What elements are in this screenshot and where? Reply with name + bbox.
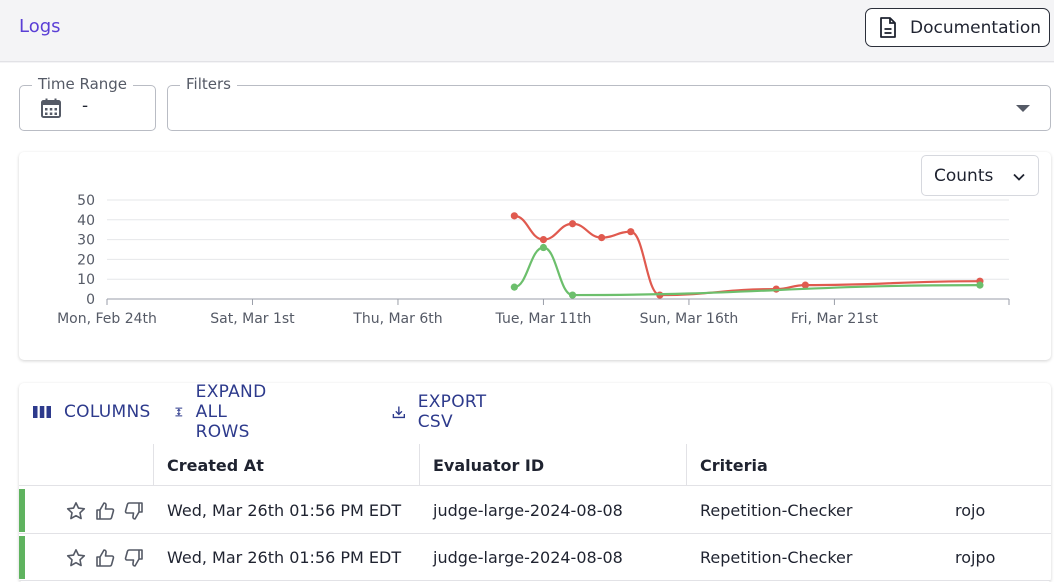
x-tick-label: Mon, Feb 24th <box>57 311 157 327</box>
data-point <box>627 228 635 236</box>
y-tick-label: 20 <box>77 252 95 268</box>
data-point <box>539 243 548 252</box>
time-range-picker[interactable]: Time Range - <box>19 75 156 131</box>
column-header-criteria[interactable]: Criteria <box>686 444 1051 486</box>
top-header: Logs Documentation <box>0 0 1054 62</box>
download-icon <box>392 406 406 419</box>
cell-extra: rojo <box>955 501 986 520</box>
expand-all-rows-label: EXPAND ALL ROWS <box>195 383 267 442</box>
data-point <box>510 283 518 291</box>
columns-button-label: COLUMNS <box>64 402 151 422</box>
metric-select-value: Counts <box>934 165 994 186</box>
data-point <box>801 281 809 289</box>
row-actions <box>66 548 144 568</box>
star-icon[interactable] <box>66 501 86 521</box>
time-range-label: Time Range <box>32 75 134 93</box>
cell-created-at: Wed, Mar 26th 01:56 PM EDT <box>167 501 402 520</box>
cell-created-at: Wed, Mar 26th 01:56 PM EDT <box>167 548 402 567</box>
caret-down-icon[interactable] <box>1016 105 1030 112</box>
columns-button[interactable]: COLUMNS <box>32 397 151 427</box>
time-range-value: - <box>82 96 89 116</box>
cell-extra: rojpo <box>955 548 996 567</box>
cell-evaluator-id: judge-large-2024-08-08 <box>433 548 623 567</box>
metric-select[interactable]: Counts <box>921 155 1039 196</box>
logs-table: COLUMNS EXPAND ALL ROWS EXPORT CSV Creat… <box>19 383 1051 582</box>
table-row[interactable]: Wed, Mar 26th 01:56 PM EDT judge-large-2… <box>19 487 1051 534</box>
table-row[interactable]: Wed, Mar 26th 01:56 PM EDT judge-large-2… <box>19 534 1051 581</box>
x-tick-label: Sun, Mar 16th <box>640 311 739 327</box>
thumbs-up-icon[interactable] <box>95 501 115 521</box>
y-tick-label: 40 <box>77 213 95 229</box>
y-tick-label: 30 <box>77 233 95 249</box>
cell-criteria: Repetition-Checker <box>700 501 853 520</box>
x-tick-label: Sat, Mar 1st <box>210 311 295 327</box>
data-point <box>568 220 577 228</box>
page-title: Logs <box>19 16 61 37</box>
y-tick-label: 0 <box>86 292 95 308</box>
x-tick-label: Fri, Mar 21st <box>791 311 879 327</box>
data-point <box>598 234 606 242</box>
status-indicator <box>19 489 25 532</box>
expand-all-rows-button[interactable]: EXPAND ALL ROWS <box>174 383 277 442</box>
export-csv-button[interactable]: EXPORT CSV <box>392 392 493 432</box>
documentation-button[interactable]: Documentation <box>865 8 1050 47</box>
table-header: Created At Evaluator ID Criteria <box>19 444 1051 486</box>
filters-label: Filters <box>180 75 237 93</box>
thumbs-down-icon[interactable] <box>124 501 144 521</box>
data-point <box>510 212 518 220</box>
series-line-1 <box>514 246 980 297</box>
star-icon[interactable] <box>66 548 86 568</box>
x-tick-label: Thu, Mar 6th <box>352 311 442 327</box>
log-count-chart: 0 10 20 30 40 50 Mon, Feb 24th Sat, Mar 1st Thu,… <box>57 193 1010 327</box>
columns-icon <box>33 406 51 418</box>
x-tick-label: Tue, Mar 11th <box>495 311 592 327</box>
status-indicator <box>19 536 25 579</box>
cell-criteria: Repetition-Checker <box>700 548 853 567</box>
export-csv-label: EXPORT CSV <box>417 392 487 432</box>
cell-evaluator-id: judge-large-2024-08-08 <box>433 501 623 520</box>
thumbs-up-icon[interactable] <box>95 548 115 568</box>
chevron-down-icon <box>1013 173 1025 181</box>
y-tick-label: 50 <box>77 193 95 209</box>
data-point <box>568 291 577 299</box>
expand-rows-icon <box>175 407 183 417</box>
filters-select[interactable]: Filters <box>167 75 1051 131</box>
documentation-button-label: Documentation <box>910 17 1042 38</box>
document-icon <box>880 16 896 38</box>
column-header-created-at[interactable]: Created At <box>153 444 419 486</box>
calendar-icon[interactable] <box>40 97 62 119</box>
thumbs-down-icon[interactable] <box>124 548 144 568</box>
y-tick-label: 10 <box>77 272 95 288</box>
chart-card: 0 10 20 30 40 50 Mon, Feb 24th Sat, Mar 1st Thu,… <box>19 152 1051 360</box>
data-point <box>976 281 984 289</box>
row-actions <box>66 501 144 521</box>
data-point <box>539 236 548 244</box>
main-content: Time Range - Filters 0 10 20 30 40 50 Mon, Feb… <box>0 63 1054 582</box>
column-header-evaluator-id[interactable]: Evaluator ID <box>419 444 686 486</box>
series-line-0 <box>514 214 980 297</box>
